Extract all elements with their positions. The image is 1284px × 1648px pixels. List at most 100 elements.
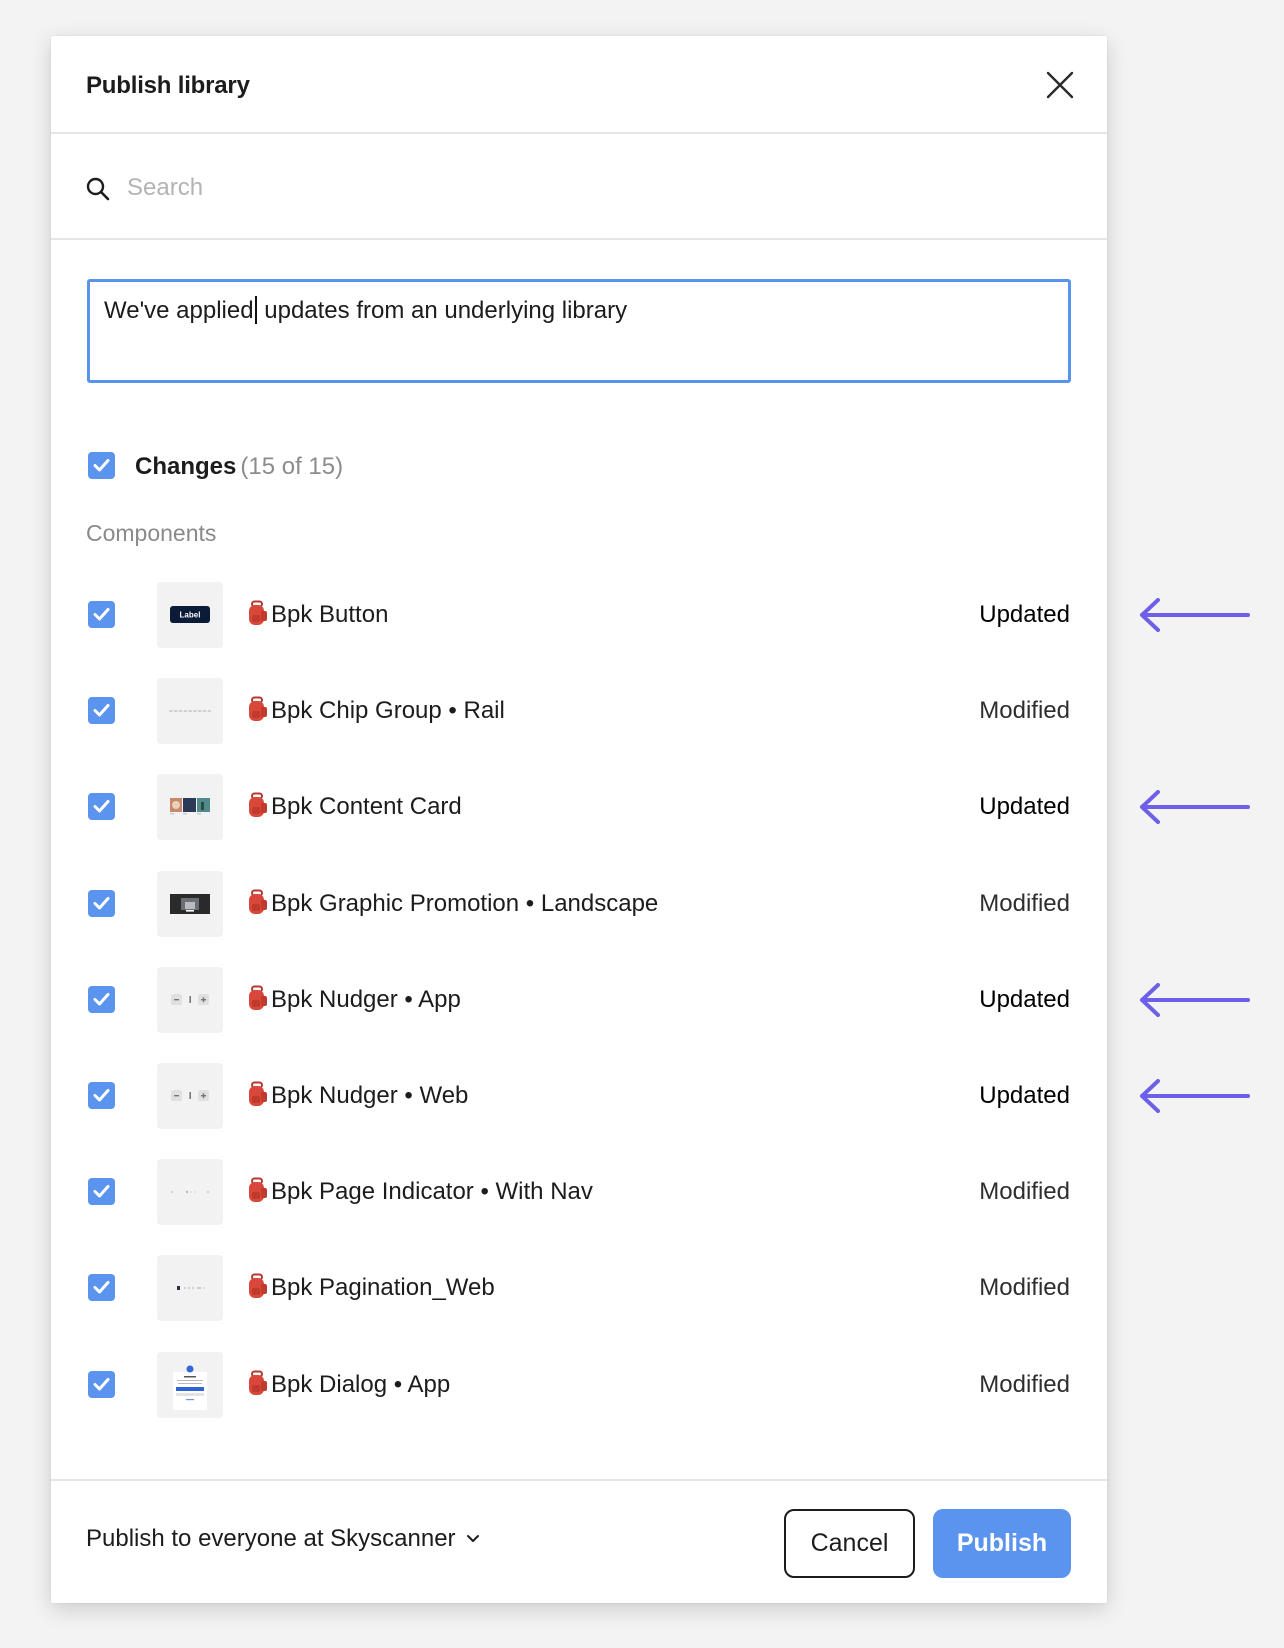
component-checkbox[interactable] <box>88 601 115 628</box>
component-name-text: Bpk Nudger • Web <box>271 1082 469 1109</box>
component-name: Bpk Nudger • App <box>247 985 461 1015</box>
backpack-icon <box>249 1273 267 1299</box>
component-name-text: Bpk Pagination_Web <box>271 1274 495 1302</box>
component-row[interactable]: Bpk Nudger • Web Updated <box>51 1061 1107 1131</box>
component-row[interactable]: Label Bpk Button Updated <box>51 580 1107 650</box>
component-name: Bpk Chip Group • Rail <box>247 696 505 726</box>
component-checkbox[interactable] <box>88 1370 115 1398</box>
component-name: Bpk Graphic Promotion • Landscape <box>247 889 658 919</box>
search-icon <box>86 177 110 201</box>
changes-count: (15 of 15) <box>240 453 344 480</box>
component-name-text: Bpk Graphic Promotion • Landscape <box>271 889 659 917</box>
close-icon <box>1046 71 1074 99</box>
search-input[interactable] <box>127 166 827 210</box>
component-thumbnail: Label <box>157 582 223 648</box>
component-name: Bpk Nudger • Web <box>247 1081 468 1111</box>
component-checkbox[interactable] <box>88 889 115 917</box>
publish-scope-dropdown[interactable]: Publish to everyone at Skyscanner <box>86 1525 480 1553</box>
message-text-after: updates from an underlying library <box>257 297 628 324</box>
component-checkbox[interactable] <box>88 1082 115 1109</box>
component-name: Bpk Pagination_Web <box>247 1273 495 1303</box>
changes-checkbox[interactable] <box>88 452 115 479</box>
close-button[interactable] <box>1045 70 1075 100</box>
component-thumbnail <box>157 870 223 937</box>
component-status: Modified <box>979 1274 1070 1302</box>
backpack-icon <box>249 1177 267 1203</box>
button-thumbnail-icon: Label <box>170 606 210 623</box>
backpack-icon <box>249 696 267 722</box>
annotation-arrow-icon <box>1140 790 1250 825</box>
nudger-thumbnail-icon <box>171 1090 209 1101</box>
component-checkbox[interactable] <box>88 1274 115 1302</box>
component-name: Bpk Button <box>247 600 388 630</box>
backpack-icon <box>249 1081 267 1106</box>
backpack-icon <box>249 1370 267 1395</box>
component-thumbnail <box>157 1255 223 1322</box>
component-name-text: Bpk Dialog • App <box>271 1370 451 1398</box>
checkmark-icon <box>93 1185 110 1198</box>
component-name-text: Bpk Nudger • App <box>271 985 461 1013</box>
chip-group-thumbnail-icon <box>169 710 212 713</box>
component-status: Modified <box>979 1178 1070 1206</box>
graphic-promotion-thumbnail-icon <box>170 893 210 914</box>
component-status: Updated <box>979 1082 1070 1109</box>
component-thumbnail <box>157 774 223 841</box>
component-thumbnail <box>157 678 223 745</box>
annotation-arrow-icon <box>1140 982 1250 1017</box>
component-row[interactable]: Bpk Page Indicator • With Nav Modified <box>51 1157 1107 1227</box>
component-checkbox[interactable] <box>88 793 115 821</box>
checkmark-icon <box>93 704 110 717</box>
component-checkbox[interactable] <box>88 1178 115 1206</box>
component-row[interactable]: Bpk Graphic Promotion • Landscape Modifi… <box>51 869 1107 939</box>
checkmark-icon <box>93 896 110 910</box>
component-name: Bpk Page Indicator • With Nav <box>247 1177 593 1207</box>
component-name-text: Bpk Page Indicator • With Nav <box>271 1178 593 1206</box>
page-indicator-thumbnail-icon <box>171 1190 209 1194</box>
checkmark-icon <box>93 459 110 472</box>
component-name-text: Bpk Content Card <box>271 793 462 821</box>
publish-button[interactable]: Publish <box>933 1509 1071 1578</box>
component-row[interactable]: Bpk Chip Group • Rail Modified <box>51 676 1107 746</box>
component-name-text: Bpk Chip Group • Rail <box>271 697 505 725</box>
components-section-label: Components <box>86 520 217 546</box>
backpack-icon <box>249 985 267 1010</box>
search-bar <box>51 136 1107 240</box>
backpack-icon <box>249 889 267 914</box>
component-checkbox[interactable] <box>88 697 115 725</box>
component-name: Bpk Content Card <box>247 792 462 822</box>
publish-message-textarea[interactable]: We've applied updates from an underlying… <box>87 279 1071 383</box>
dialog-title: Publish library <box>86 72 250 99</box>
component-status: Modified <box>979 889 1070 917</box>
pagination-thumbnail-icon <box>177 1286 205 1291</box>
component-status: Updated <box>979 601 1070 628</box>
thumb-button-label: Label <box>180 611 201 620</box>
component-row[interactable]: Bpk Nudger • App Updated <box>51 965 1107 1035</box>
backpack-icon <box>249 600 267 625</box>
changes-toggle-row: Changes (15 of 15) <box>51 452 1107 482</box>
component-status: Updated <box>979 793 1070 821</box>
component-name: Bpk Dialog • App <box>247 1370 450 1400</box>
component-status: Modified <box>979 1370 1070 1398</box>
checkmark-icon <box>93 992 110 1006</box>
publish-scope-label: Publish to everyone at Skyscanner <box>86 1525 456 1552</box>
checkmark-icon <box>93 1377 110 1391</box>
backpack-icon <box>249 792 267 818</box>
changes-title: Changes <box>135 453 237 480</box>
checkmark-icon <box>93 1089 110 1102</box>
publish-library-dialog: Publish library We've applied updates fr… <box>51 36 1107 1603</box>
component-row[interactable]: Bpk Dialog • App Modified <box>51 1350 1107 1420</box>
chevron-down-icon <box>466 1535 479 1542</box>
dialog-footer: Publish to everyone at Skyscanner Cancel… <box>51 1479 1107 1603</box>
annotation-arrow-icon <box>1140 1079 1250 1113</box>
cancel-button[interactable]: Cancel <box>784 1509 915 1578</box>
component-name-text: Bpk Button <box>271 601 389 628</box>
component-thumbnail <box>157 966 223 1033</box>
message-text-before: We've applied <box>104 297 254 324</box>
checkmark-icon <box>93 608 110 621</box>
dialog-header: Publish library <box>51 36 1107 134</box>
checkmark-icon <box>93 800 110 813</box>
component-row[interactable]: Bpk Content Card Updated <box>51 772 1107 842</box>
component-checkbox[interactable] <box>88 985 115 1013</box>
dialog-thumbnail-icon <box>173 1365 207 1410</box>
component-row[interactable]: Bpk Pagination_Web Modified <box>51 1253 1107 1323</box>
